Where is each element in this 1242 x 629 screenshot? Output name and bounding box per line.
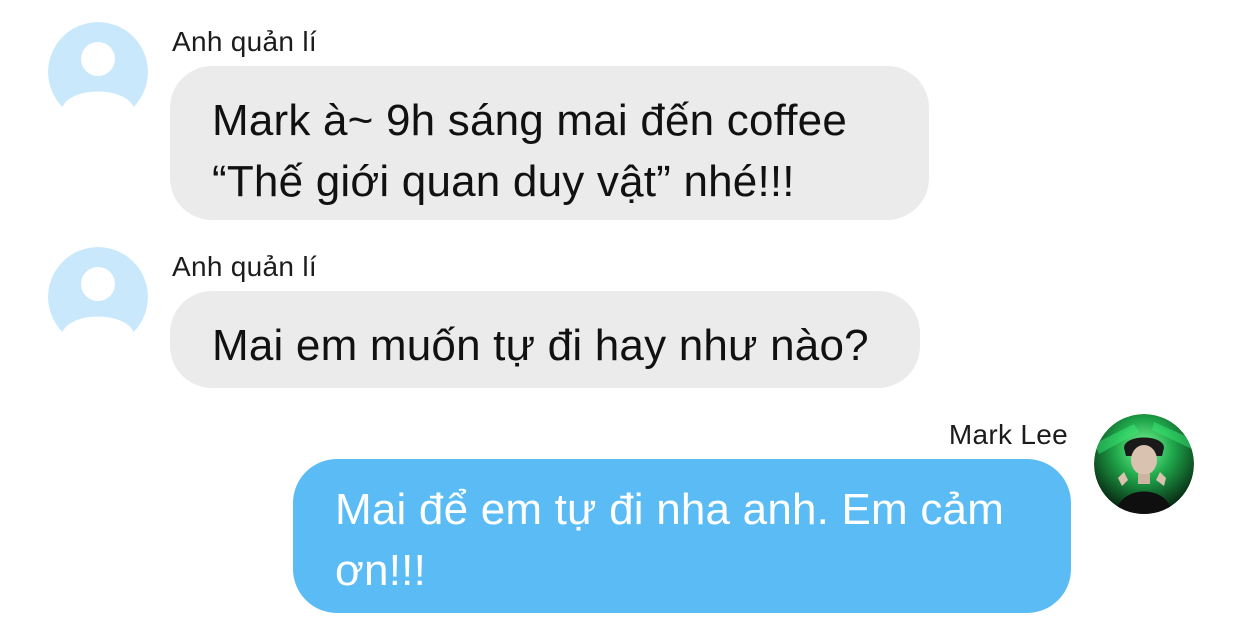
default-user-icon (48, 22, 148, 122)
sender-name: Anh quản lí (172, 26, 317, 57)
message-text-line: “Thế giới quan duy vật” nhé!!! (212, 157, 795, 206)
message-text-line: ơn!!! (335, 546, 426, 595)
sender-avatar[interactable] (48, 247, 148, 347)
message-bubble[interactable]: Mai em muốn tự đi hay như nào? (170, 291, 920, 388)
sender-avatar[interactable] (48, 22, 148, 122)
profile-photo[interactable] (1094, 414, 1194, 514)
message-text-line: Mai em muốn tự đi hay như nào? (212, 321, 869, 370)
message-bubble[interactable]: Mark à~ 9h sáng mai đến coffee “Thế giới… (170, 66, 929, 220)
default-user-icon (48, 247, 148, 347)
sender-name: Mark Lee (948, 419, 1068, 450)
message-text-line: Mark à~ 9h sáng mai đến coffee (212, 96, 848, 145)
message-bubble[interactable]: Mai để em tự đi nha anh. Em cảm ơn!!! (293, 459, 1071, 613)
sender-name: Anh quản lí (172, 251, 317, 282)
message-text-line: Mai để em tự đi nha anh. Em cảm (335, 485, 1005, 534)
